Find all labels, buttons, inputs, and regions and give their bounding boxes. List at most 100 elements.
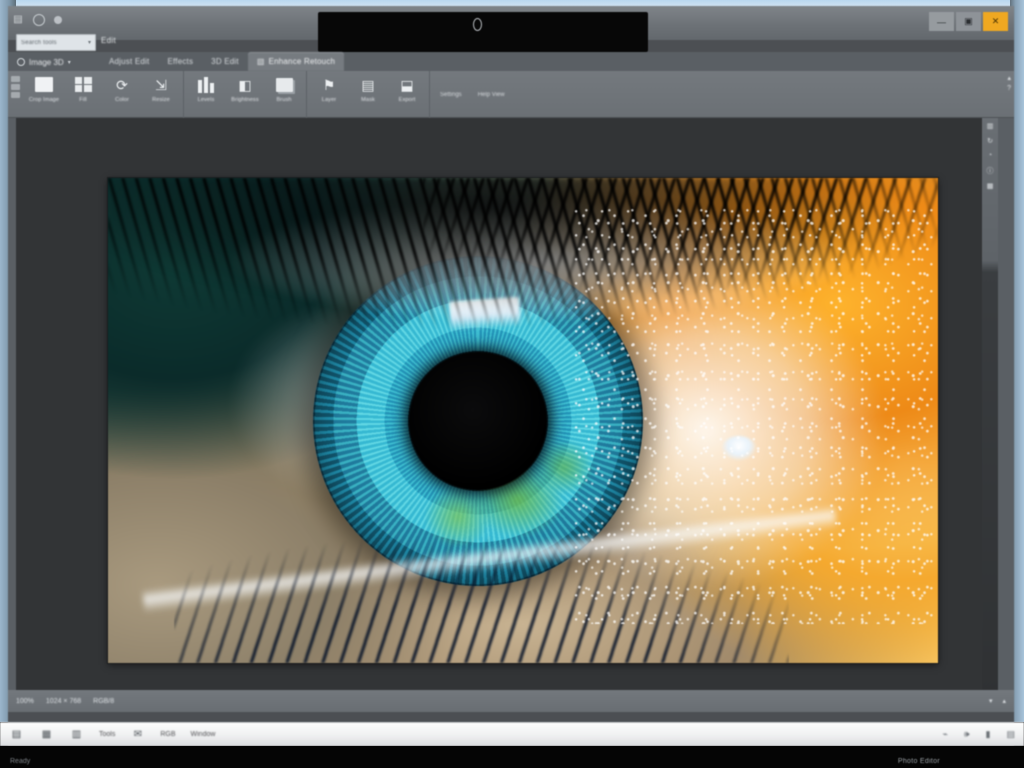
app-logo-icon <box>17 58 25 66</box>
os-taskbar: ▤ ▦ ▥ Tools ✉ RGB Window ⌁ 🕪 ▮ ▤ <box>0 722 1024 746</box>
grid-icon <box>70 74 96 95</box>
bottom-caption-left: Ready <box>10 758 31 765</box>
status-bar: 100% 1024 × 768 RGB/8 ▾ ▴ <box>8 690 1014 712</box>
desktop-bottom-edge: Ready Photo Editor <box>0 746 1024 768</box>
fill-button[interactable]: Fill <box>66 74 100 103</box>
undo-icon[interactable] <box>54 16 62 24</box>
zoom-out-icon[interactable]: ▾ <box>989 697 993 705</box>
battery-icon[interactable]: ▮ <box>986 729 991 740</box>
chevron-down-icon[interactable]: ▾ <box>88 39 91 46</box>
search-input[interactable]: Search tools ▾ <box>16 34 96 51</box>
rotate-icon: ⟳ <box>116 76 128 93</box>
crop-button[interactable]: Crop Image <box>27 74 61 103</box>
info-panel-icon[interactable]: ⓘ <box>982 163 998 178</box>
zoom-in-icon[interactable]: ▴ <box>1002 697 1006 705</box>
status-bar-right: ▾ ▴ <box>989 697 1006 705</box>
mail-icon[interactable]: ✉ <box>130 728 145 742</box>
launcher-bar-3 <box>11 92 20 98</box>
network-icon[interactable]: ⌁ <box>942 729 947 740</box>
levels-icon <box>193 74 219 95</box>
photo-pixels <box>108 178 938 663</box>
tab-file[interactable]: Image 3D ▾ <box>12 53 76 71</box>
brush-button[interactable]: Brush <box>267 74 301 103</box>
store-icon[interactable]: ▥ <box>69 728 84 742</box>
ribbon-group-layers: ⚑ Layer ▤ Mask ⬓ Export <box>307 71 430 118</box>
taskbar-label-rgb[interactable]: RGB <box>160 731 175 738</box>
tab-file-label: Image 3D <box>29 57 64 67</box>
brush-icon <box>271 74 297 95</box>
ribbon-group-adjust: Levels ◧ Brightness Brush <box>184 71 307 118</box>
color-button[interactable]: ⟳ Color <box>105 74 139 104</box>
ribbon-right-icons: ▴ ? <box>1007 74 1011 92</box>
brightness-button-label: Brightness <box>231 97 259 103</box>
ribbon-groups: Crop Image Fill ⟳ Color ⇲ Resize Levels … <box>22 71 515 118</box>
levels-button[interactable]: Levels <box>189 74 223 103</box>
launcher-bar-2 <box>11 84 20 90</box>
screen-root: ▤ — ▣ ✕ Search tools ▾ Edit Image 3D ▾ A… <box>0 0 1024 768</box>
crop-icon <box>31 74 57 95</box>
collapse-icon[interactable]: ▴ <box>1007 74 1011 82</box>
application-window: ▤ — ▣ ✕ Search tools ▾ Edit Image 3D ▾ A… <box>8 6 1014 746</box>
taskbar-label-tools[interactable]: Tools <box>99 731 115 738</box>
sound-icon[interactable]: 🕪 <box>964 729 970 740</box>
skin-glitter-texture <box>572 207 938 625</box>
mask-button[interactable]: ▤ Mask <box>351 74 385 104</box>
title-bar-icon-group: ▤ <box>12 14 62 26</box>
ribbon-group-clipboard: Crop Image Fill ⟳ Color ⇲ Resize <box>22 71 184 118</box>
canvas-outer: ▥ ↻ ◔ ⓘ ▩ 100% 1024 × 768 RGB/8 ▾ ▴ <box>8 118 1014 712</box>
adjust-panel-icon[interactable]: ◔ <box>982 148 998 163</box>
quick-access-label: Edit <box>101 36 116 45</box>
search-input-text: Search tools <box>21 39 57 46</box>
status-dimensions: 1024 × 768 <box>45 697 82 705</box>
fill-button-label: Fill <box>79 97 87 103</box>
close-button[interactable]: ✕ <box>983 12 1008 31</box>
resize-button-label: Resize <box>152 97 170 103</box>
brush-button-label: Brush <box>276 97 292 103</box>
quick-access-row: Search tools ▾ Edit <box>8 32 1014 54</box>
save-icon[interactable] <box>33 14 45 26</box>
app-menu-icon[interactable]: ▤ <box>12 14 24 26</box>
tab-3d-edit[interactable]: 3D Edit <box>202 52 248 71</box>
chevron-down-icon[interactable]: ▾ <box>68 59 71 66</box>
export-button[interactable]: ⬓ Export <box>390 74 424 104</box>
taskbar-tray: ⌁ 🕪 ▮ ▤ <box>942 729 1015 740</box>
ribbon-tab-strip: Image 3D ▾ Adjust Edit Effects 3D Edit ▧… <box>8 52 1014 72</box>
crop-button-label: Crop Image <box>28 97 60 103</box>
tab-enhance-retouch[interactable]: ▧ Enhance Retouch <box>247 52 345 71</box>
ribbon-tail-help[interactable]: Help View <box>478 92 505 98</box>
layer-button[interactable]: ⚑ Layer <box>312 74 346 104</box>
minimize-button[interactable]: — <box>929 12 954 31</box>
resize-button[interactable]: ⇲ Resize <box>144 74 178 104</box>
levels-button-label: Levels <box>197 97 215 103</box>
mask-icon: ▤ <box>361 76 375 93</box>
ribbon-launcher-icon[interactable] <box>11 76 20 100</box>
export-button-label: Export <box>398 97 416 103</box>
tab-adjust-edit[interactable]: Adjust Edit <box>100 52 158 71</box>
tab-effects[interactable]: Effects <box>158 52 202 71</box>
help-icon[interactable]: ? <box>1007 85 1011 92</box>
brightness-button[interactable]: ◧ Brightness <box>228 74 262 104</box>
color-panel-icon[interactable]: ▩ <box>982 178 998 193</box>
start-icon[interactable]: ▤ <box>9 728 24 742</box>
notifications-icon[interactable]: ▤ <box>1006 729 1015 740</box>
ribbon-toolbar: Crop Image Fill ⟳ Color ⇲ Resize Levels … <box>8 71 1014 118</box>
resize-icon: ⇲ <box>155 76 167 93</box>
layers-panel-icon[interactable]: ▥ <box>982 118 998 133</box>
ribbon-tail-settings[interactable]: Settings <box>440 92 462 98</box>
color-button-label: Color <box>115 97 129 103</box>
maximize-button[interactable]: ▣ <box>956 12 981 31</box>
status-color-mode: RGB/8 <box>93 697 115 705</box>
history-panel-icon[interactable]: ↻ <box>982 133 998 148</box>
ribbon-tabs: Adjust Edit Effects 3D Edit ▧ Enhance Re… <box>100 52 345 72</box>
document-canvas[interactable]: ▥ ↻ ◔ ⓘ ▩ <box>16 118 998 712</box>
taskbar-label-window[interactable]: Window <box>191 731 216 738</box>
files-icon[interactable]: ▦ <box>39 728 54 742</box>
camera-icon <box>473 18 482 31</box>
tab-enhance-retouch-label: Enhance Retouch <box>268 57 336 66</box>
layer-icon: ⚑ <box>322 76 336 93</box>
bottom-caption-right: Photo Editor <box>897 758 940 765</box>
export-icon: ⬓ <box>400 76 414 93</box>
layer-button-label: Layer <box>321 97 337 103</box>
tab-active-icon: ▧ <box>256 57 265 66</box>
macro-eye-photograph[interactable] <box>108 178 938 663</box>
